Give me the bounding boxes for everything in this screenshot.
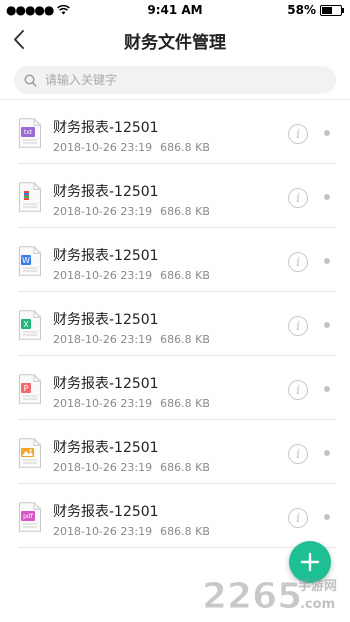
search-icon: [24, 73, 37, 87]
info-icon[interactable]: i: [288, 444, 308, 464]
svg-text:txt: txt: [24, 129, 33, 136]
battery-level: [322, 6, 332, 14]
file-name: 财务报表-12501: [53, 312, 159, 328]
file-size: 686.8 KB: [160, 205, 210, 218]
excel-file-icon: X: [18, 310, 42, 340]
file-row[interactable]: 财务报表-12501 2018-10-26 23:19 686.8 KB i: [0, 420, 350, 484]
watermark-logo: 2265 手游网 .com: [202, 576, 338, 618]
watermark-domain: .com: [300, 597, 335, 612]
file-meta: 2018-10-26 23:19 686.8 KB: [53, 397, 210, 410]
file-meta: 2018-10-26 23:19 686.8 KB: [53, 461, 210, 474]
svg-text:W: W: [22, 256, 30, 265]
file-meta: 2018-10-26 23:19 686.8 KB: [53, 141, 210, 154]
info-icon[interactable]: i: [288, 124, 308, 144]
file-date: 2018-10-26 23:19: [53, 141, 153, 154]
file-size: 686.8 KB: [160, 269, 210, 282]
word-file-icon: W: [18, 246, 42, 276]
file-name: 财务报表-12501: [53, 120, 159, 136]
file-date: 2018-10-26 23:19: [53, 525, 153, 538]
file-date: 2018-10-26 23:19: [53, 205, 153, 218]
info-icon[interactable]: i: [288, 316, 308, 336]
file-size: 686.8 KB: [160, 525, 210, 538]
row-divider: [18, 547, 336, 548]
watermark-text: 2265: [202, 576, 302, 617]
svg-text:pdf: pdf: [23, 513, 34, 520]
txt-file-icon: txt: [18, 118, 42, 148]
more-dot-icon[interactable]: [324, 322, 330, 328]
rar-file-icon: [18, 182, 42, 212]
info-icon[interactable]: i: [288, 508, 308, 528]
info-icon[interactable]: i: [288, 188, 308, 208]
file-size: 686.8 KB: [160, 333, 210, 346]
ppt-file-icon: P: [18, 374, 42, 404]
file-name: 财务报表-12501: [53, 376, 159, 392]
file-row[interactable]: X 财务报表-12501 2018-10-26 23:19 686.8 KB i: [0, 292, 350, 356]
status-bar: ●●●●● 9:41 AM 58%: [0, 0, 350, 20]
navigation-bar: 财务文件管理: [0, 20, 350, 60]
file-name: 财务报表-12501: [53, 184, 159, 200]
status-right: 58%: [287, 3, 344, 17]
file-date: 2018-10-26 23:19: [53, 461, 153, 474]
more-dot-icon[interactable]: [324, 194, 330, 200]
file-size: 686.8 KB: [160, 397, 210, 410]
plus-icon: [300, 552, 320, 572]
file-name: 财务报表-12501: [53, 440, 159, 456]
file-row[interactable]: W 财务报表-12501 2018-10-26 23:19 686.8 KB i: [0, 228, 350, 292]
more-dot-icon[interactable]: [324, 386, 330, 392]
more-dot-icon[interactable]: [324, 258, 330, 264]
file-meta: 2018-10-26 23:19 686.8 KB: [53, 333, 210, 346]
more-dot-icon[interactable]: [324, 450, 330, 456]
svg-text:X: X: [23, 320, 29, 329]
file-list: txt 财务报表-12501 2018-10-26 23:19 686.8 KB i 财务…: [0, 100, 350, 548]
info-icon[interactable]: i: [288, 252, 308, 272]
file-date: 2018-10-26 23:19: [53, 269, 153, 282]
battery-percent: 58%: [287, 3, 316, 17]
file-date: 2018-10-26 23:19: [53, 333, 153, 346]
battery-icon: [320, 4, 344, 16]
file-row[interactable]: pdf 财务报表-12501 2018-10-26 23:19 686.8 KB i: [0, 484, 350, 548]
file-meta: 2018-10-26 23:19 686.8 KB: [53, 525, 210, 538]
file-name: 财务报表-12501: [53, 504, 159, 520]
more-dot-icon[interactable]: [324, 130, 330, 136]
file-row[interactable]: P 财务报表-12501 2018-10-26 23:19 686.8 KB i: [0, 356, 350, 420]
search-input[interactable]: [43, 72, 317, 88]
svg-text:P: P: [24, 384, 29, 393]
file-meta: 2018-10-26 23:19 686.8 KB: [53, 205, 210, 218]
file-date: 2018-10-26 23:19: [53, 397, 153, 410]
pdf-file-icon: pdf: [18, 502, 42, 532]
more-dot-icon[interactable]: [324, 514, 330, 520]
file-meta: 2018-10-26 23:19 686.8 KB: [53, 269, 210, 282]
image-file-icon: [18, 438, 42, 468]
file-name: 财务报表-12501: [53, 248, 159, 264]
file-row[interactable]: 财务报表-12501 2018-10-26 23:19 686.8 KB i: [0, 164, 350, 228]
watermark-subtext: 手游网: [298, 578, 337, 594]
info-icon[interactable]: i: [288, 380, 308, 400]
search-box[interactable]: [14, 66, 336, 94]
file-size: 686.8 KB: [160, 141, 210, 154]
page-title: 财务文件管理: [124, 33, 226, 53]
file-row[interactable]: txt 财务报表-12501 2018-10-26 23:19 686.8 KB i: [0, 100, 350, 164]
file-size: 686.8 KB: [160, 461, 210, 474]
search-bar: [0, 60, 350, 100]
